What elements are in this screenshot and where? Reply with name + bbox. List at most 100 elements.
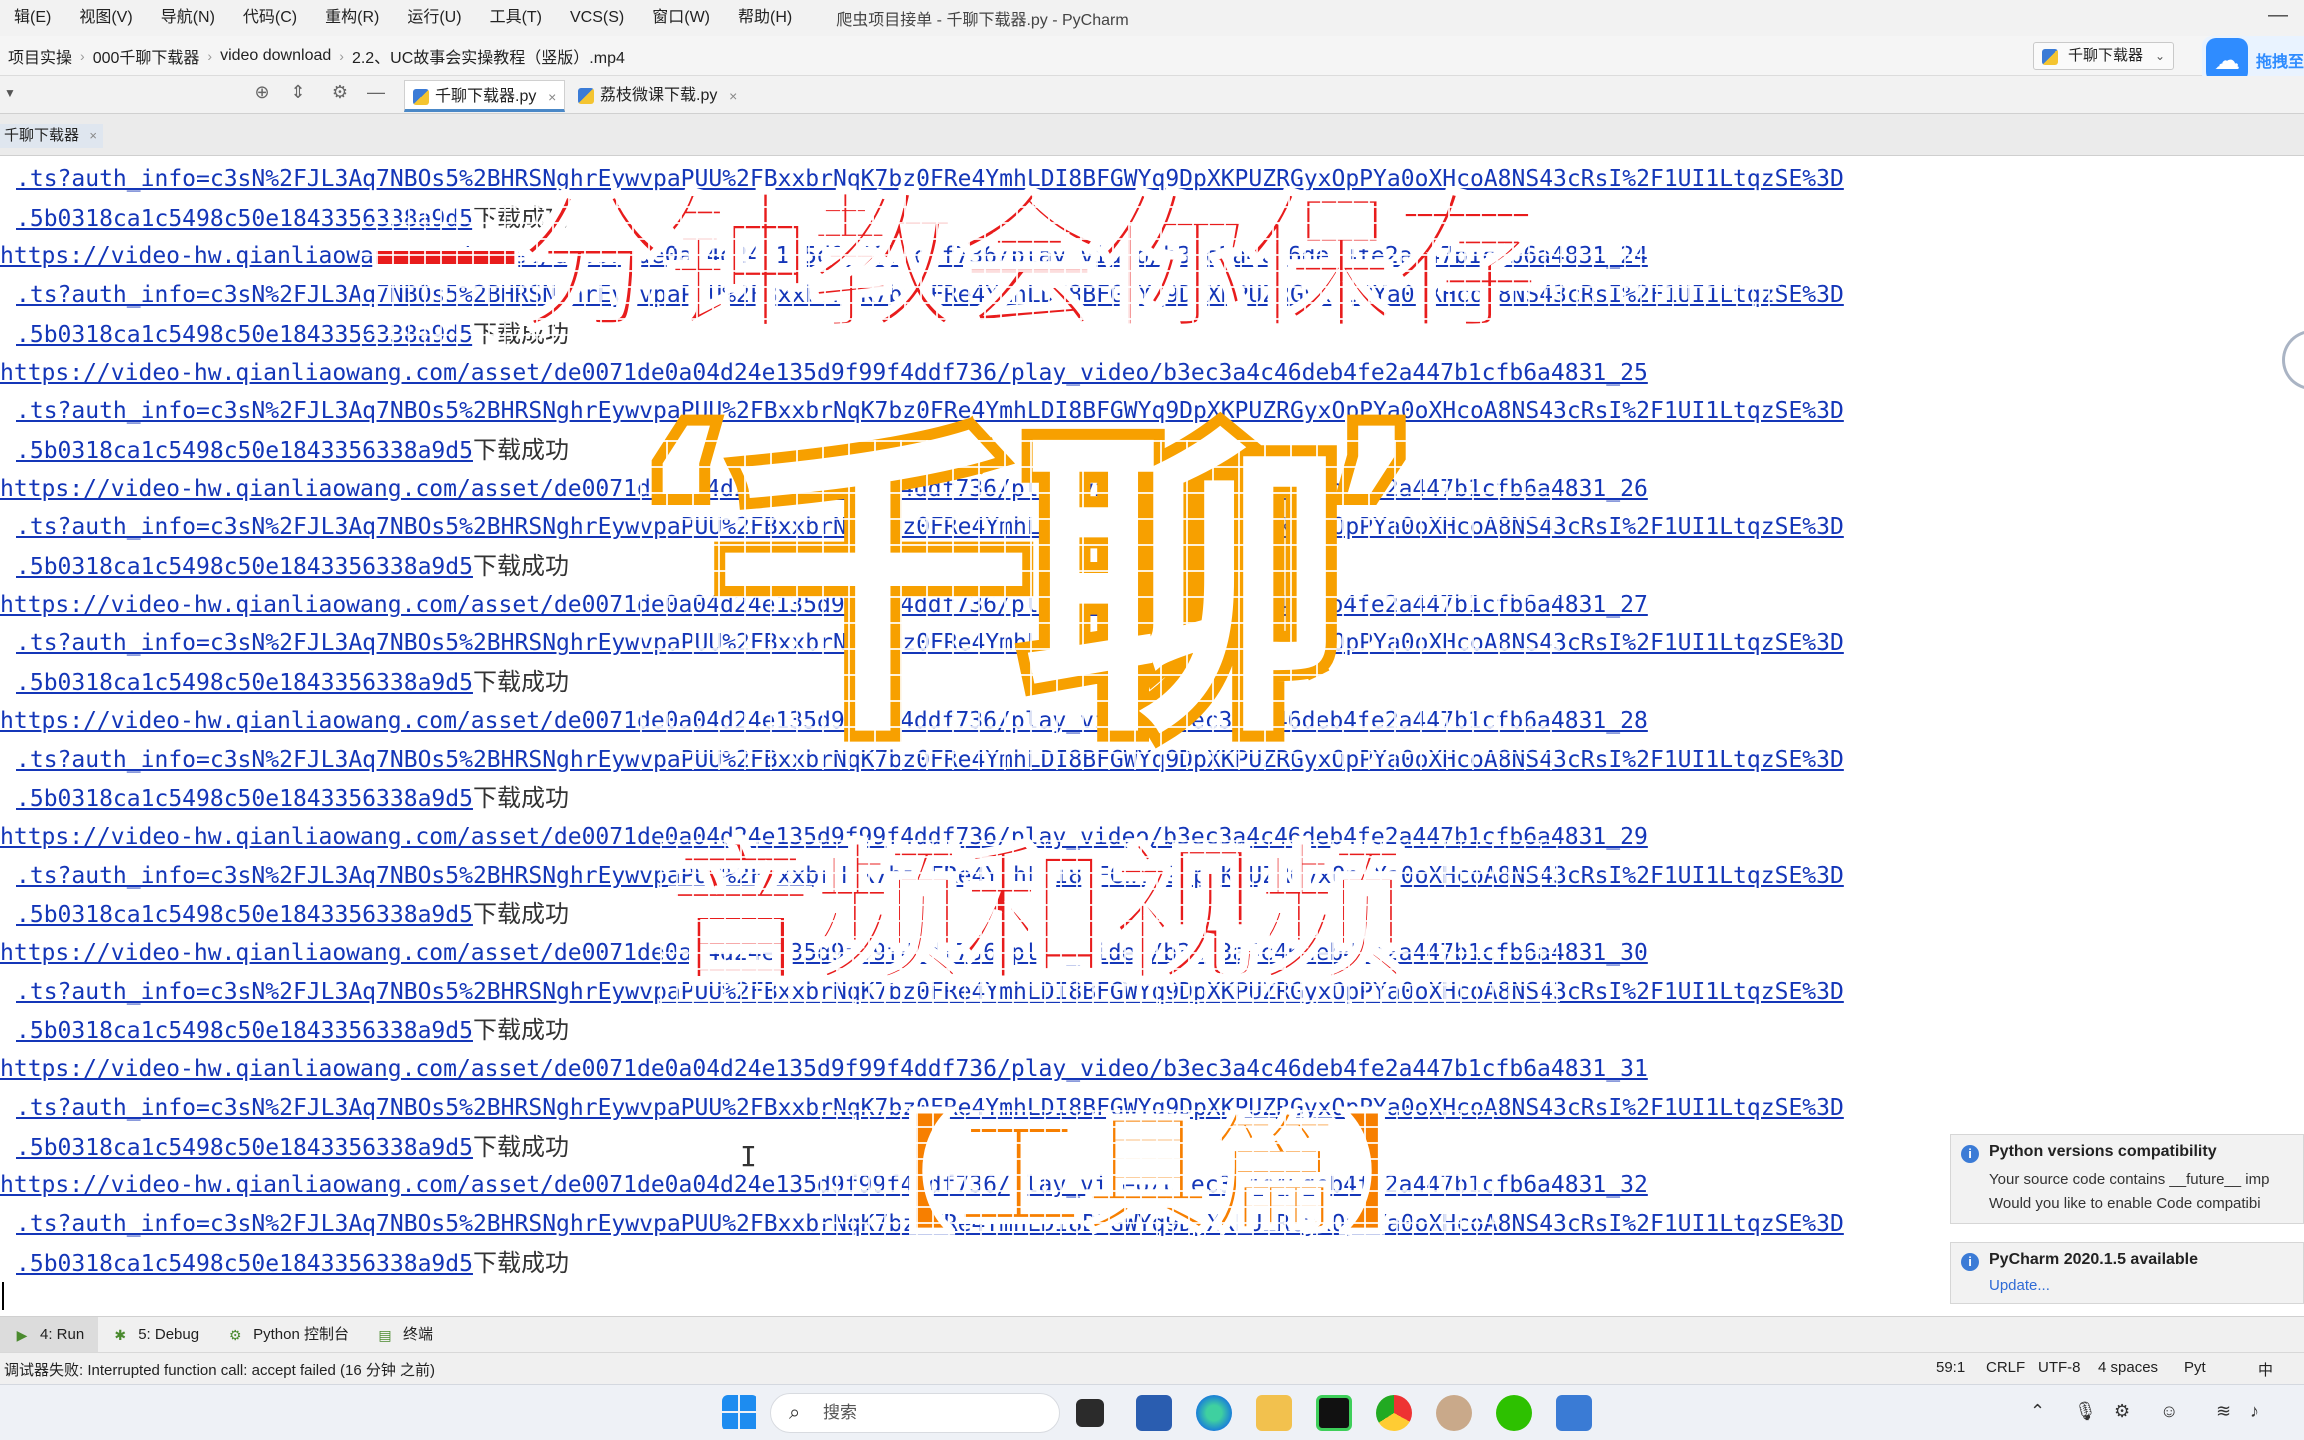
console-url-link[interactable]: https://video-hw.qianliaowang.com/asset/… xyxy=(0,1056,1648,1082)
tool-run[interactable]: ▶ 4: Run xyxy=(0,1316,99,1353)
line-separator[interactable]: CRLF xyxy=(1986,1359,2025,1376)
ime-indicator[interactable]: 中 xyxy=(2258,1359,2273,1380)
notification-body: Your source code contains __future__ imp xyxy=(1989,1171,2270,1188)
scroll-handle[interactable] xyxy=(2282,330,2304,390)
quote-close: ’ xyxy=(1323,382,1428,638)
tool-debug[interactable]: ✱ 5: Debug xyxy=(98,1317,213,1353)
overlay-title-line3: 音频和视频 xyxy=(662,827,1410,1004)
download-success-text: 下载成功 xyxy=(472,1132,569,1161)
taskbar-search[interactable]: ⌕ 搜索 xyxy=(770,1393,1060,1433)
store-icon[interactable] xyxy=(1136,1395,1172,1431)
tab-qianliao-downloader[interactable]: 千聊下载器.py × xyxy=(404,80,566,113)
run-icon: ▶ xyxy=(16,1326,28,1343)
console-line: .5b0318ca1c5498c50e1843356338a9d5下载成功 xyxy=(0,1011,569,1049)
file-encoding[interactable]: UTF-8 xyxy=(2038,1359,2081,1376)
chevron-down-icon: ⌄ xyxy=(2154,49,2165,63)
console-hash-link[interactable]: .5b0318ca1c5498c50e1843356338a9d5 xyxy=(0,1135,473,1161)
tool-python-console[interactable]: ⚙ Python 控制台 xyxy=(213,1317,363,1353)
menu-run[interactable]: 运行(U) xyxy=(393,0,475,36)
console-hash-link[interactable]: .5b0318ca1c5498c50e1843356338a9d5 xyxy=(0,670,473,696)
task-view-icon[interactable] xyxy=(1076,1399,1104,1427)
breadcrumb-folder[interactable]: 000千聊下载器 xyxy=(85,44,208,68)
menu-view[interactable]: 视图(V) xyxy=(65,0,146,36)
avatar-icon[interactable] xyxy=(1436,1395,1472,1431)
tab-lizhi-downloader[interactable]: 荔枝微课下载.py × xyxy=(570,80,745,112)
locate-icon[interactable]: ⊕ xyxy=(250,82,274,103)
info-icon: i xyxy=(1961,1145,1979,1163)
chat-icon[interactable]: ☺ xyxy=(2160,1401,2178,1422)
close-icon[interactable]: × xyxy=(729,80,737,112)
window-title: 爬虫项目接单 - 千聊下载器.py - PyCharm xyxy=(836,12,1129,29)
menu-help[interactable]: 帮助(H) xyxy=(724,0,806,36)
microphone-icon[interactable]: 🎙 xyxy=(2074,1401,2097,1422)
run-config-label: 千聊下载器 xyxy=(2067,47,2143,64)
text-cursor-icon: I xyxy=(740,1140,757,1173)
tool-window-bar: ▶ 4: Run ✱ 5: Debug ⚙ Python 控制台 ▤ 终端 xyxy=(0,1316,2304,1353)
overlay-brand: 千聊 xyxy=(703,404,1355,776)
run-tab[interactable]: 千聊下载器 × xyxy=(0,124,104,148)
tool-terminal[interactable]: ▤ 终端 xyxy=(363,1317,447,1353)
caret-position[interactable]: 59:1 xyxy=(1936,1359,1965,1376)
start-icon[interactable] xyxy=(722,1395,758,1431)
indent-setting[interactable]: 4 spaces xyxy=(2098,1359,2158,1376)
menu-edit[interactable]: 辑(E) xyxy=(0,0,65,36)
tab-label: 荔枝微课下载.py xyxy=(600,87,718,104)
breadcrumb-file[interactable]: 2.2、UC故事会实操教程（竖版）.mp4 xyxy=(344,44,633,68)
python-file-icon xyxy=(578,88,594,104)
menu-bar: 辑(E) 视图(V) 导航(N) 代码(C) 重构(R) 运行(U) 工具(T)… xyxy=(0,0,2304,36)
run-tool-window-header: 千聊下载器 × xyxy=(0,114,2304,156)
overlay-title-line1: 一分钟教会你保存 xyxy=(368,178,1544,352)
menu-tools[interactable]: 工具(T) xyxy=(476,0,556,36)
menu-refactor[interactable]: 重构(R) xyxy=(311,0,393,36)
download-success-text: 下载成功 xyxy=(472,784,569,813)
status-message[interactable]: 调试器失败: Interrupted function call: accept… xyxy=(4,1359,435,1380)
tool-label: 5: Debug xyxy=(138,1325,200,1343)
run-config-select[interactable]: 千聊下载器 ⌄ xyxy=(2032,42,2174,70)
close-icon[interactable]: × xyxy=(548,81,556,113)
hide-icon[interactable]: — xyxy=(364,82,388,103)
close-icon[interactable]: × xyxy=(89,124,97,148)
console-hash-link[interactable]: .5b0318ca1c5498c50e1843356338a9d5 xyxy=(0,554,473,580)
menu-vcs[interactable]: VCS(S) xyxy=(556,0,638,36)
network-app-icon[interactable]: ⚙ xyxy=(2114,1401,2130,1422)
collapse-icon[interactable]: ⇕ xyxy=(286,82,310,103)
chrome-icon[interactable] xyxy=(1376,1395,1412,1431)
console-hash-link[interactable]: .5b0318ca1c5498c50e1843356338a9d5 xyxy=(0,786,473,812)
tool-label: Python 控制台 xyxy=(253,1325,349,1343)
download-success-text: 下载成功 xyxy=(472,552,569,580)
notification-title: PyCharm 2020.1.5 available xyxy=(1989,1251,2199,1268)
download-success-text: 下载成功 xyxy=(472,900,569,929)
chart-app-icon[interactable] xyxy=(1556,1395,1592,1431)
notification-python-compat[interactable]: i Python versions compatibility Your sou… xyxy=(1950,1134,2304,1224)
notification-update[interactable]: i PyCharm 2020.1.5 available Update... xyxy=(1950,1242,2304,1304)
console-hash-link[interactable]: .5b0318ca1c5498c50e1843356338a9d5 xyxy=(0,1251,473,1277)
menu-navigate[interactable]: 导航(N) xyxy=(147,0,229,36)
pycharm-icon[interactable] xyxy=(1316,1395,1352,1431)
folder-icon[interactable] xyxy=(1256,1395,1292,1431)
minimize-icon[interactable]: — xyxy=(2268,4,2288,27)
console-line: .5b0318ca1c5498c50e1843356338a9d5下载成功 xyxy=(0,663,569,701)
wechat-icon[interactable] xyxy=(1496,1395,1532,1431)
download-success-text: 下载成功 xyxy=(472,1016,569,1045)
gear-icon[interactable]: ⚙ xyxy=(328,82,352,103)
bug-icon: ✱ xyxy=(114,1326,127,1343)
breadcrumb-project[interactable]: 项目实操 xyxy=(0,44,80,68)
chevron-down-icon[interactable]: ▼ xyxy=(4,86,16,100)
volume-icon[interactable]: ♪ xyxy=(2250,1401,2259,1422)
menu-code[interactable]: 代码(C) xyxy=(229,0,311,36)
console-hash-link[interactable]: .5b0318ca1c5498c50e1843356338a9d5 xyxy=(0,1018,473,1044)
interpreter-setting[interactable]: Pyt xyxy=(2184,1359,2206,1376)
edge-icon[interactable] xyxy=(1196,1395,1232,1431)
menu-window[interactable]: 窗口(W) xyxy=(638,0,724,36)
console-hash-link[interactable]: .5b0318ca1c5498c50e1843356338a9d5 xyxy=(0,438,473,464)
chevron-up-icon[interactable]: ⌃ xyxy=(2030,1401,2045,1422)
console-line: .5b0318ca1c5498c50e1843356338a9d5下载成功 xyxy=(0,1128,569,1166)
overlay-title-line4: 【工具篇】 xyxy=(824,1099,1469,1251)
wifi-icon[interactable]: ≋ xyxy=(2216,1401,2231,1422)
console-hash-link[interactable]: .5b0318ca1c5498c50e1843356338a9d5 xyxy=(0,902,473,928)
update-link[interactable]: Update... xyxy=(1989,1277,2050,1294)
python-file-icon xyxy=(413,89,429,105)
console-caret xyxy=(2,1282,4,1310)
console-line: https://video-hw.qianliaowang.com/asset/… xyxy=(0,1050,1648,1088)
breadcrumb-subfolder[interactable]: video download xyxy=(212,47,339,65)
